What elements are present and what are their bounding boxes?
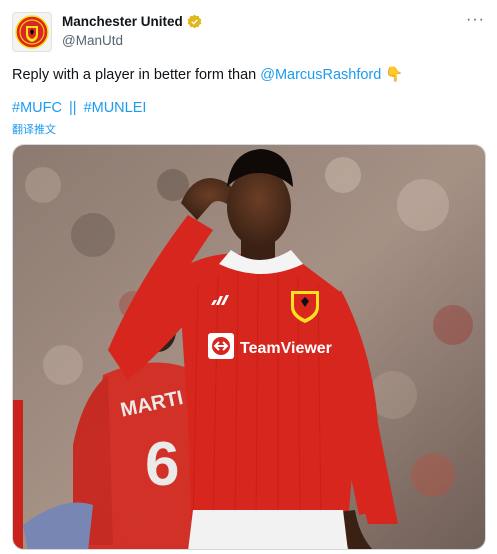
verified-badge-icon	[187, 14, 202, 29]
hashtag-mufc[interactable]: #MUFC	[12, 100, 62, 116]
left-edge-player	[13, 400, 23, 549]
hashtag-munlei[interactable]: #MUNLEI	[84, 100, 147, 116]
more-options-button[interactable]: ···	[466, 12, 485, 28]
hashtag-line: #MUFC || #MUNLEI	[12, 100, 146, 116]
mention-link[interactable]: @MarcusRashford	[260, 67, 381, 83]
tweet-text-body: Reply with a player in better form than	[12, 67, 261, 83]
back-player-number: 6	[145, 430, 179, 499]
tweet-text: Reply with a player in better form than …	[12, 66, 403, 83]
shirt-sponsor-text: TeamViewer	[240, 340, 332, 357]
pointing-down-emoji: 👇	[385, 67, 404, 83]
hashtag-separator: ||	[68, 100, 77, 116]
author-name[interactable]: Manchester United	[62, 14, 202, 29]
author-avatar[interactable]	[12, 12, 52, 52]
translate-tweet-link[interactable]: 翻译推文	[12, 121, 56, 137]
tweet-card: Manchester United @ManUtd ··· Reply with…	[0, 0, 497, 554]
tweet-photo[interactable]: MARTI 6 TeamViewer	[12, 144, 486, 550]
photo-canvas: MARTI 6 TeamViewer	[13, 145, 485, 549]
author-name-text: Manchester United	[62, 14, 183, 29]
manutd-crest-icon	[15, 15, 49, 49]
author-handle[interactable]: @ManUtd	[62, 33, 123, 48]
